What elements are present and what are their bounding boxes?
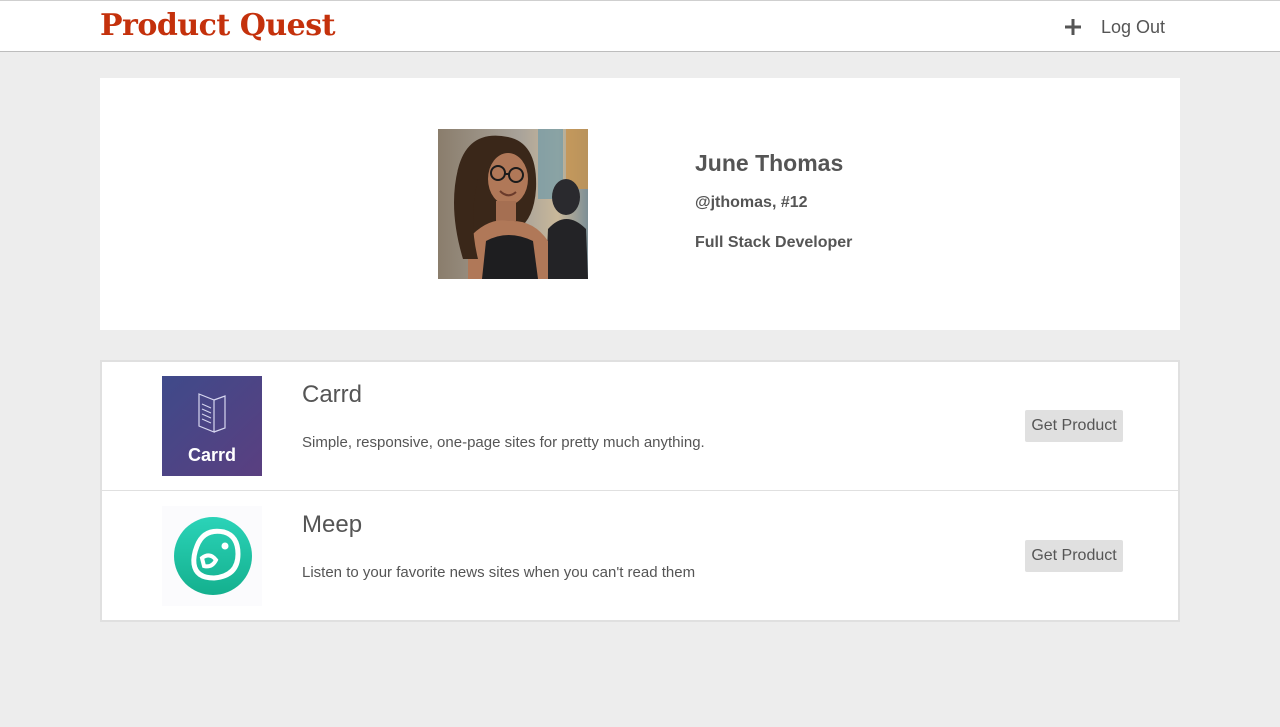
logout-link[interactable]: Log Out	[1101, 17, 1165, 38]
nav-actions: Log Out	[1063, 13, 1165, 41]
carrd-logo-icon[interactable]: Carrd	[162, 376, 262, 476]
product-description: Listen to your favorite news sites when …	[302, 564, 696, 581]
brand-logo-link[interactable]: Product Quest	[100, 7, 336, 45]
product-name[interactable]: Meep	[302, 510, 362, 540]
profile-name: June Thomas	[695, 150, 844, 176]
profile-info: June Thomas @jthomas, #12 Full Stack Dev…	[695, 148, 1095, 253]
get-product-button[interactable]: Get Product	[1025, 540, 1123, 572]
list-item: Meep Listen to your favorite news sites …	[102, 492, 1178, 621]
plus-icon[interactable]	[1063, 17, 1083, 37]
profile-handle: @jthomas, #12	[695, 194, 808, 211]
product-name[interactable]: Carrd	[302, 380, 362, 410]
top-nav-bar: Product Quest Log Out	[0, 0, 1280, 52]
svg-text:Carrd: Carrd	[188, 445, 236, 465]
product-description: Simple, responsive, one-page sites for p…	[302, 434, 705, 451]
product-list: Carrd Carrd Simple, responsive, one-page…	[100, 360, 1180, 622]
profile-job-title: Full Stack Developer	[695, 234, 853, 251]
get-product-button[interactable]: Get Product	[1025, 410, 1123, 442]
list-item: Carrd Carrd Simple, responsive, one-page…	[102, 362, 1178, 491]
profile-card: June Thomas @jthomas, #12 Full Stack Dev…	[100, 78, 1180, 330]
meep-bird-logo-icon[interactable]	[162, 506, 262, 606]
profile-photo-icon	[438, 129, 588, 279]
avatar	[438, 129, 588, 279]
